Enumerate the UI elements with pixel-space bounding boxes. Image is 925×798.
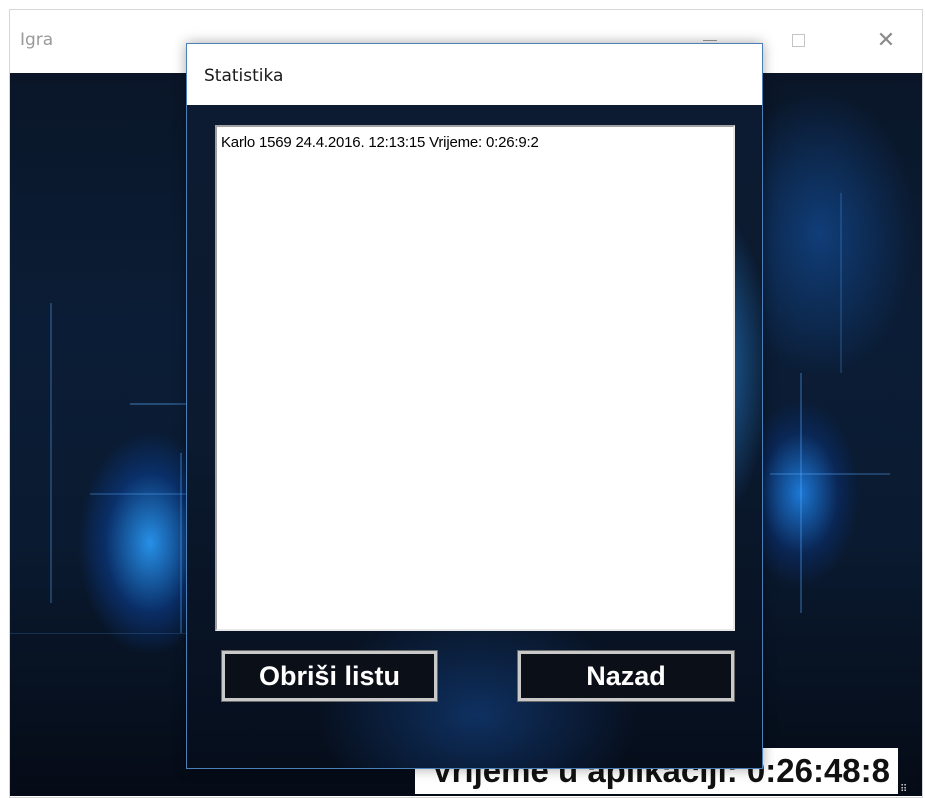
light-streak [90,493,190,495]
maximize-icon[interactable] [778,20,818,60]
back-button[interactable]: Nazad [517,650,735,702]
window-title: Igra [20,30,54,50]
size-grip-icon[interactable]: ⠿ [900,785,914,795]
dialog-body: Karlo 1569 24.4.2016. 12:13:15 Vrijeme: … [187,105,762,768]
close-icon[interactable]: ✕ [866,20,906,60]
statistics-listbox[interactable]: Karlo 1569 24.4.2016. 12:13:15 Vrijeme: … [215,125,735,631]
dialog-title: Statistika [204,66,284,86]
light-streak [770,473,890,475]
dialog-titlebar[interactable]: Statistika [187,44,762,105]
light-streak [180,453,182,633]
light-streak [800,373,802,613]
clear-list-button[interactable]: Obriši listu [221,650,438,702]
statistics-dialog: Statistika Karlo 1569 24.4.2016. 12:13:1… [186,43,763,769]
list-item[interactable]: Karlo 1569 24.4.2016. 12:13:15 Vrijeme: … [221,133,729,153]
light-streak [10,633,190,634]
light-streak [50,303,52,603]
light-streak [130,403,190,405]
light-streak [840,193,842,373]
